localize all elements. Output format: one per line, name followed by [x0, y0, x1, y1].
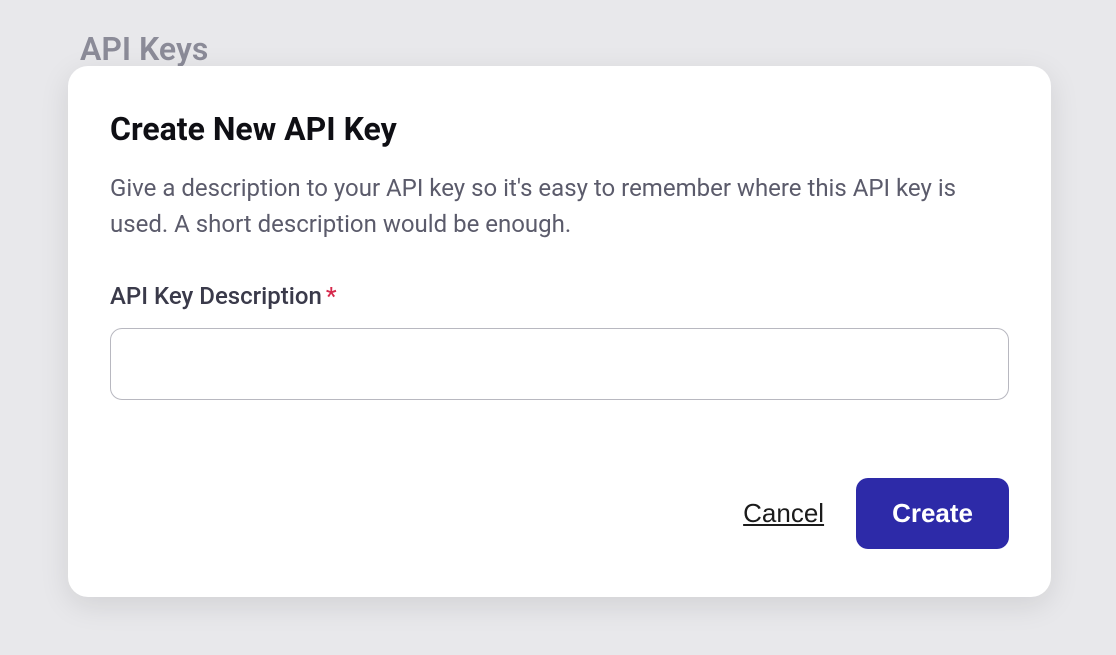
cancel-button[interactable]: Cancel — [743, 498, 824, 529]
api-key-description-input[interactable] — [110, 328, 1009, 400]
create-button[interactable]: Create — [856, 478, 1009, 549]
required-indicator: * — [326, 282, 337, 310]
modal-actions: Cancel Create — [110, 478, 1009, 549]
modal-description: Give a description to your API key so it… — [110, 170, 1009, 242]
page-title: API Keys — [80, 30, 208, 68]
modal-title: Create New API Key — [110, 110, 1009, 148]
create-api-key-modal: Create New API Key Give a description to… — [68, 66, 1051, 597]
api-key-description-label: API Key Description* — [110, 282, 1009, 310]
field-label-text: API Key Description — [110, 282, 322, 310]
